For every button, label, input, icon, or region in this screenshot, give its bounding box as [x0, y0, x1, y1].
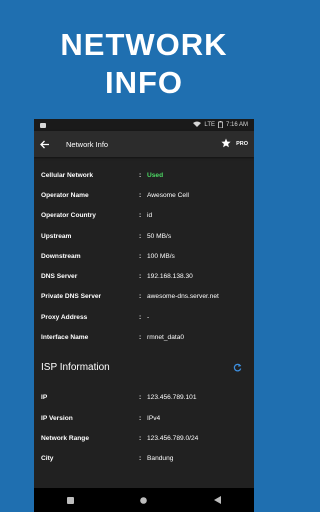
isp-section-title: ISP Information [41, 362, 110, 374]
row-operator-name: Operator Name : Awesome Cell [41, 191, 190, 199]
row-network-range: Network Range : 123.456.789.0/24 [41, 434, 199, 442]
isp-section-header: ISP Information [41, 348, 247, 388]
notification-icon [40, 122, 46, 128]
status-badge: Used [147, 171, 164, 179]
nav-back-icon[interactable] [213, 491, 221, 509]
row-private-dns-server: Private DNS Server : awesome-dns.server.… [41, 293, 219, 301]
row-dns-server: DNS Server : 192.168.138.30 [41, 273, 193, 281]
phone-screen: LTE 7:16 AM Network Info PRO Cellular Ne… [34, 119, 254, 512]
nav-recents-icon[interactable] [67, 491, 75, 509]
status-time: 7:16 AM [225, 122, 248, 128]
row-ip-version: IP Version : IPv4 [41, 414, 161, 422]
wifi-icon [193, 121, 202, 129]
row-cellular-network: Cellular Network : Used [41, 165, 247, 185]
row-ip: IP : 123.456.789.101 [41, 394, 197, 402]
app-bar: Network Info PRO [34, 131, 254, 157]
row-proxy-address: Proxy Address : - [41, 313, 150, 321]
promo-headline: NETWORK INFO [0, 26, 288, 102]
app-title: Network Info [66, 139, 109, 149]
row-city: City : Bandung [41, 455, 174, 463]
network-info-list: Cellular Network : Used Operator Name : … [34, 157, 254, 469]
row-downstream: Downstream : 100 MB/s [41, 252, 175, 260]
battery-icon [218, 120, 223, 130]
network-type: LTE [204, 122, 215, 128]
nav-home-icon[interactable] [140, 491, 148, 509]
row-interface-name: Interface Name : rmnet_data0 [41, 334, 185, 342]
pro-button[interactable]: PRO [236, 141, 248, 147]
status-bar: LTE 7:16 AM [34, 119, 254, 131]
row-operator-country: Operator Country : id [41, 212, 153, 220]
row-upstream: Upstream : 50 MB/s [41, 232, 172, 240]
headline-line-2: INFO [104, 65, 184, 100]
star-icon[interactable] [221, 138, 231, 150]
system-nav-bar [34, 488, 254, 512]
refresh-icon[interactable] [231, 363, 243, 372]
back-arrow-icon[interactable] [40, 140, 54, 149]
headline-line-1: NETWORK [60, 27, 228, 62]
